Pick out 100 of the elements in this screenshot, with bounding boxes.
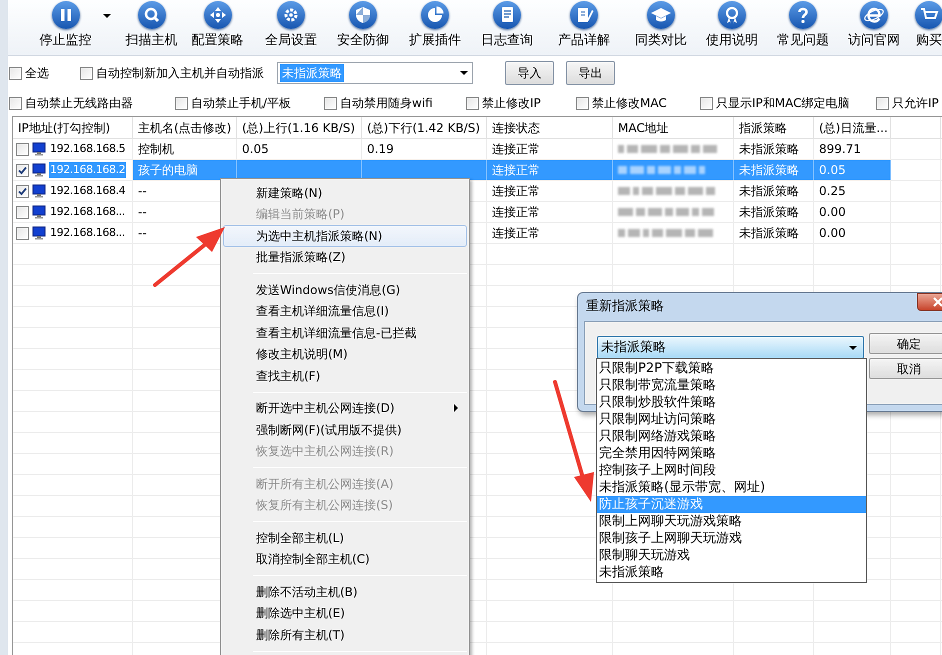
menu-item[interactable]: 删除所有主机(T)	[223, 624, 467, 646]
dialog-button[interactable]: 取消	[869, 358, 942, 379]
table-cell-text: 0.19	[367, 141, 394, 158]
toolbar-button[interactable]: 使用说明	[697, 0, 767, 54]
toolbar-button[interactable]: 同类对比	[625, 0, 697, 54]
checkbox[interactable]	[16, 164, 29, 176]
ip-address[interactable]: 192.168.168.4	[49, 182, 126, 200]
menu-item[interactable]: 取消控制全部主机(C)	[223, 548, 467, 570]
checkbox[interactable]	[9, 66, 22, 80]
table-cell-text: --	[138, 183, 147, 200]
checkbox-label: 只允许IP	[892, 95, 939, 112]
ip-address[interactable]: 192.168.168...	[49, 204, 126, 220]
shield-icon	[349, 1, 377, 29]
column-header[interactable]: 连接状态	[487, 117, 613, 138]
dropdown-caret-icon	[849, 346, 857, 350]
column-header[interactable]: 主机名(点击修改)	[133, 117, 237, 138]
table-cell-text: 899.71	[819, 141, 861, 158]
dropdown-option[interactable]: 只限制炒股软件策略	[597, 394, 866, 411]
column-header[interactable]: (总)上行(1.16 KB/S)	[237, 117, 362, 138]
column-header[interactable]: (总)下行(1.42 KB/S)	[362, 117, 487, 138]
menu-item[interactable]: 修改主机说明(M)	[223, 344, 467, 365]
dropdown-caret-icon[interactable]	[103, 14, 111, 18]
dropdown-option[interactable]: 只限制带宽流量策略	[597, 377, 866, 394]
menu-item[interactable]: 批量指派策略(Z)	[223, 246, 467, 268]
dropdown-option[interactable]: 限制聊天玩游戏	[597, 547, 866, 564]
menu-item[interactable]: 删除选中主机(E)	[223, 602, 467, 624]
dropdown-option[interactable]: 只限制网址访问策略	[597, 411, 866, 428]
menu-item[interactable]: 断开选中主机公网连接(D)	[223, 398, 467, 419]
toolbar-button[interactable]: 扫描主机	[123, 0, 180, 54]
dropdown-option[interactable]: 完全禁用因特网策略	[597, 445, 866, 462]
toolbar-button[interactable]: 产品详解	[543, 0, 625, 54]
checkbox[interactable]	[175, 96, 188, 110]
toolbar-button[interactable]: 配置策略	[180, 0, 255, 54]
column-header[interactable]: IP地址(打勾控制)	[13, 117, 133, 138]
checkbox[interactable]	[80, 66, 93, 80]
document-pen-icon	[570, 1, 598, 29]
dropdown-option[interactable]: 未指派策略	[597, 564, 866, 581]
policy-combo-box[interactable]: 未指派策略	[597, 336, 864, 359]
checkbox[interactable]	[16, 206, 29, 218]
action-button[interactable]: 导出	[566, 61, 615, 85]
menu-item[interactable]: 查找主机(F)	[223, 365, 467, 386]
document-icon	[493, 1, 521, 29]
pointer-arrow	[153, 227, 225, 287]
toolbar-button[interactable]: 购买	[909, 0, 942, 54]
dialog-button[interactable]: 确定	[869, 333, 942, 354]
monitor-icon	[32, 142, 46, 156]
checkbox[interactable]	[876, 96, 889, 110]
toolbar-button[interactable]: 扩展插件	[399, 0, 471, 54]
checkbox[interactable]	[16, 184, 29, 198]
checkbox[interactable]	[324, 96, 337, 110]
menu-item[interactable]: 查看主机详细流量信息(I)	[223, 300, 467, 322]
checkbox[interactable]	[16, 226, 29, 240]
menu-item[interactable]: 为选中主机指派策略(N)	[223, 225, 467, 246]
menu-item[interactable]: 发送Windows信使消息(G)	[223, 279, 467, 300]
menu-item[interactable]: 强制断网(F)(试用版不提供)	[223, 419, 467, 440]
dropdown-option[interactable]: 未指派策略(显示带宽、网址)	[597, 479, 866, 496]
pie-chart-icon	[421, 1, 449, 29]
menu-item[interactable]: 新建策略(N)	[223, 182, 467, 204]
menu-item[interactable]: 删除不活动主机(B)	[223, 581, 467, 602]
table-cell-text: 连接正常	[492, 183, 540, 200]
ip-address[interactable]: 192.168.168.5	[49, 140, 126, 158]
checkbox[interactable]	[466, 96, 479, 110]
checkbox-label: 自动禁用随身wifi	[340, 95, 433, 112]
table-cell-text: 连接正常	[492, 141, 540, 158]
checkbox[interactable]	[700, 96, 713, 110]
table-cell-text: --	[138, 225, 147, 242]
checkbox-label: 全选	[25, 65, 49, 82]
graduation-cap-icon	[647, 1, 675, 29]
dropdown-option[interactable]: 只限制网络游戏策略	[597, 428, 866, 445]
column-header[interactable]: MAC地址	[613, 117, 734, 138]
checkbox[interactable]	[576, 96, 589, 110]
toolbar-button[interactable]: 安全防御	[327, 0, 399, 54]
toolbar-button[interactable]: 常见问题	[767, 0, 839, 54]
dropdown-option[interactable]: 限制上网聊天玩游戏策略	[597, 513, 866, 530]
pause-icon	[52, 1, 80, 29]
toolbar-button[interactable]: 访问官网	[839, 0, 909, 54]
dropdown-option[interactable]: 限制孩子上网聊天玩游戏	[597, 530, 866, 547]
submenu-arrow-icon	[454, 404, 458, 412]
dropdown-caret-icon	[460, 71, 468, 75]
action-button[interactable]: 导入	[505, 61, 554, 85]
dropdown-option[interactable]: 控制孩子上网时间段	[597, 462, 866, 479]
checkbox[interactable]	[16, 142, 29, 156]
checkbox-label: 自动禁止手机/平板	[191, 95, 292, 112]
ip-address[interactable]: 192.168.168...	[49, 224, 126, 242]
table-cell-text: 0.05	[242, 141, 269, 158]
checkbox-label: 自动禁止无线路由器	[25, 95, 133, 112]
table-cell-text: 未指派策略	[739, 183, 799, 200]
toolbar-button[interactable]: 全局设置	[255, 0, 327, 54]
dropdown-option[interactable]: 只限制P2P下载策略	[597, 360, 866, 377]
column-header[interactable]: (总)日流量...	[814, 117, 891, 138]
column-header[interactable]: 指派策略	[734, 117, 814, 138]
menu-item[interactable]: 控制全部主机(L)	[223, 527, 467, 548]
ribbon-icon	[718, 1, 746, 29]
menu-item[interactable]: 查看主机详细流量信息-已拦截	[223, 322, 467, 344]
toolbar-button[interactable]: 日志查询	[471, 0, 543, 54]
table-cell-text: 未指派策略	[739, 141, 799, 158]
cross-arrows-icon	[204, 1, 232, 29]
table-cell-text: 0.00	[819, 204, 846, 221]
checkbox[interactable]	[9, 96, 22, 110]
toolbar-button[interactable]: 停止监控	[8, 0, 123, 54]
